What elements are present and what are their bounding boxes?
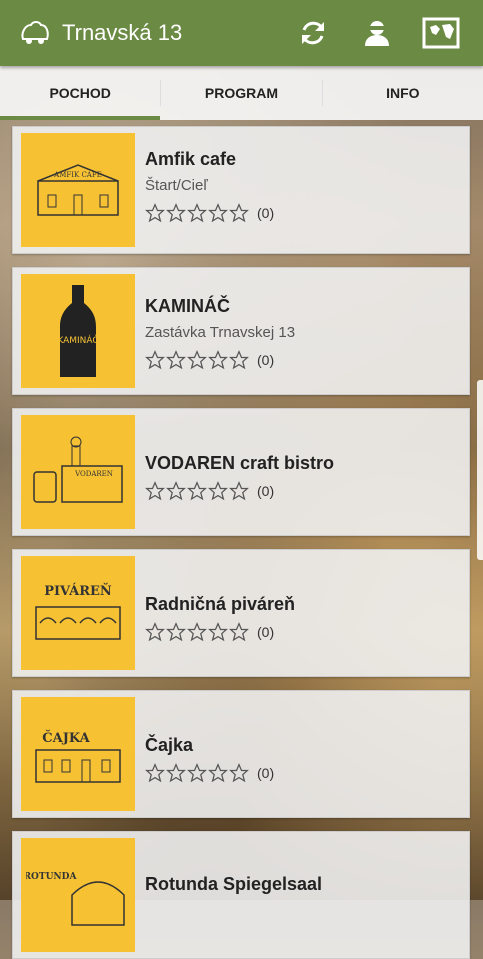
app-logo-icon	[18, 16, 52, 50]
svg-text:ROTUNDA: ROTUNDA	[26, 872, 77, 882]
star-rating[interactable]: (0)	[145, 350, 274, 370]
venue-name: KAMINÁČ	[145, 296, 230, 316]
tab-bar: POCHOD PROGRAM INFO	[0, 66, 483, 120]
venue-thumbnail: ROTUNDA	[21, 838, 135, 952]
venue-thumbnail: KAMINÁČ	[21, 274, 135, 388]
profile-button[interactable]	[355, 11, 399, 55]
star-icon	[166, 763, 186, 783]
venue-thumbnail: PIVÁREŇ	[21, 556, 135, 670]
venue-name: VODAREN craft bistro	[145, 453, 335, 473]
star-icon	[208, 481, 228, 501]
rating-count: (0)	[257, 765, 275, 781]
star-icon	[208, 350, 228, 370]
venue-list[interactable]: AMFIK CAFE Amfik cafe Štart/Cieľ (0) KAM…	[0, 120, 483, 959]
star-icon	[187, 350, 207, 370]
rating-count: (0)	[257, 205, 275, 221]
star-icon	[166, 350, 186, 370]
svg-text:AMFIK CAFE: AMFIK CAFE	[53, 171, 102, 179]
venue-subtitle: Zastávka Trnavskej 13	[145, 324, 296, 341]
tab-program[interactable]: PROGRAM	[161, 66, 321, 120]
map-icon	[422, 17, 460, 49]
star-icon	[145, 622, 165, 642]
svg-text:KAMINÁČ: KAMINÁČ	[57, 334, 98, 346]
star-rating[interactable]: (0)	[145, 481, 274, 501]
venue-name: Rotunda Spiegelsaal	[145, 874, 323, 894]
scrollbar-handle[interactable]	[477, 380, 483, 560]
svg-text:VODAREN: VODAREN	[74, 470, 113, 478]
star-icon	[187, 203, 207, 223]
star-icon	[145, 350, 165, 370]
map-button[interactable]	[419, 11, 463, 55]
star-icon	[166, 622, 186, 642]
list-item[interactable]: KAMINÁČ KAMINÁČ Zastávka Trnavskej 13 (0…	[12, 267, 470, 395]
star-icon	[229, 481, 249, 501]
svg-text:ČAJKA: ČAJKA	[42, 729, 90, 746]
tab-pochod[interactable]: POCHOD	[0, 66, 161, 120]
star-icon	[208, 763, 228, 783]
venue-thumbnail: VODAREN	[21, 415, 135, 529]
venue-name: Čajka	[145, 735, 194, 755]
star-icon	[229, 763, 249, 783]
app-title: Trnavská 13	[62, 20, 183, 45]
tab-info[interactable]: INFO	[323, 66, 483, 120]
star-rating[interactable]: (0)	[145, 763, 274, 783]
rating-count: (0)	[257, 624, 275, 640]
list-item[interactable]: VODAREN VODAREN craft bistro (0)	[12, 408, 470, 536]
star-icon	[187, 481, 207, 501]
svg-text:PIVÁREŇ: PIVÁREŇ	[44, 583, 112, 599]
star-icon	[145, 481, 165, 501]
star-icon	[145, 763, 165, 783]
star-rating[interactable]: (0)	[145, 622, 274, 642]
star-icon	[229, 203, 249, 223]
app-bar: Trnavská 13	[0, 0, 483, 66]
star-icon	[145, 203, 165, 223]
star-icon	[208, 203, 228, 223]
star-icon	[208, 622, 228, 642]
list-item[interactable]: AMFIK CAFE Amfik cafe Štart/Cieľ (0)	[12, 126, 470, 254]
list-item[interactable]: ROTUNDA Rotunda Spiegelsaal	[12, 831, 470, 959]
star-rating[interactable]: (0)	[145, 203, 274, 223]
star-icon	[166, 203, 186, 223]
list-item[interactable]: ČAJKA Čajka (0)	[12, 690, 470, 818]
rating-count: (0)	[257, 483, 275, 499]
star-icon	[229, 622, 249, 642]
star-icon	[187, 763, 207, 783]
star-icon	[166, 481, 186, 501]
venue-thumbnail: ČAJKA	[21, 697, 135, 811]
star-icon	[229, 350, 249, 370]
list-item[interactable]: PIVÁREŇ Radničná piváreň (0)	[12, 549, 470, 677]
refresh-button[interactable]	[291, 11, 335, 55]
venue-thumbnail: AMFIK CAFE	[21, 133, 135, 247]
venue-name: Amfik cafe	[145, 149, 237, 169]
venue-subtitle: Štart/Cieľ	[145, 177, 208, 194]
rating-count: (0)	[257, 352, 275, 368]
user-icon	[365, 21, 389, 46]
star-icon	[187, 622, 207, 642]
venue-name: Radničná piváreň	[145, 594, 296, 614]
refresh-icon	[302, 21, 324, 45]
